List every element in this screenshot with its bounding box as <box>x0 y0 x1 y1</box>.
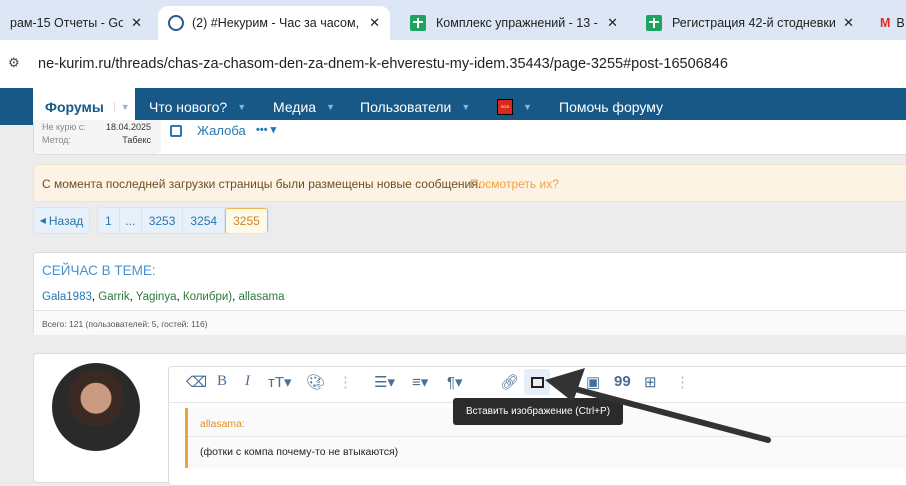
annotation-arrow-icon <box>545 368 771 443</box>
